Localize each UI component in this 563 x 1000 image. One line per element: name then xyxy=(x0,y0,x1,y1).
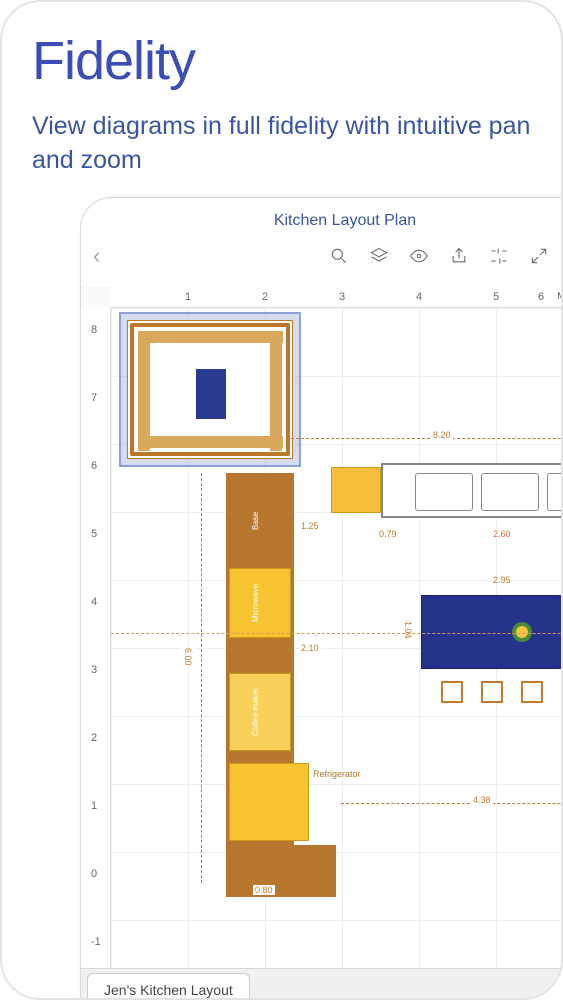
dimension: 2.10 xyxy=(299,643,321,653)
dimension: 1.25 xyxy=(299,521,321,531)
kitchen-island xyxy=(421,595,563,669)
search-icon[interactable] xyxy=(321,241,357,271)
device-frame: Kitchen Layout Plan ‹ 1 2 3 4 5 6 Metres xyxy=(80,197,563,1000)
share-icon[interactable] xyxy=(441,241,477,271)
dimension: 8.20 xyxy=(431,430,453,440)
appliance-label: Microwave xyxy=(251,573,260,633)
dimension: 2.95 xyxy=(491,575,513,585)
sheet-tab[interactable]: Jen's Kitchen Layout xyxy=(87,973,250,1000)
back-button[interactable]: ‹ xyxy=(93,243,123,269)
coffee-maker xyxy=(229,673,291,751)
stool xyxy=(521,681,543,703)
appliance-label: Refrigerator xyxy=(313,769,361,779)
counter-foot xyxy=(226,845,336,897)
marketing-hero: Fidelity View diagrams in full fidelity … xyxy=(2,2,561,194)
toolbar: ‹ xyxy=(81,236,563,276)
fit-width-icon[interactable] xyxy=(481,241,517,271)
appliance-label: Base xyxy=(251,501,260,541)
dimension: 0.79 xyxy=(377,529,399,539)
vertical-ruler: 8 7 6 5 4 3 2 1 0 -1 xyxy=(81,308,111,968)
dimension: 6.00 xyxy=(181,648,195,666)
diagram-canvas[interactable]: 1 2 3 4 5 6 Metres 8 7 6 5 4 3 2 1 0 -1 xyxy=(81,286,563,968)
sink-counter xyxy=(381,463,563,518)
dimension: 1.04 xyxy=(401,621,415,639)
microwave xyxy=(229,568,291,638)
island-decoration xyxy=(512,622,532,642)
ruler-unit: Metres xyxy=(557,291,563,302)
dimension: 2.60 xyxy=(491,529,513,539)
stool xyxy=(481,681,503,703)
appliance-label: Coffee maker xyxy=(251,678,260,746)
document-title: Kitchen Layout Plan xyxy=(81,198,563,236)
refrigerator xyxy=(229,763,309,841)
top-end-unit xyxy=(331,467,381,513)
expand-icon[interactable] xyxy=(521,241,557,271)
dimension: 4.38 xyxy=(471,795,493,805)
horizontal-ruler: 1 2 3 4 5 6 Metres xyxy=(111,286,563,308)
enlarged-plan: 8.20 0.79 2.60 Base 1.25 xyxy=(141,473,563,968)
subheadline: View diagrams in full fidelity with intu… xyxy=(32,110,531,178)
sheet-tabs: Jen's Kitchen Layout xyxy=(81,968,563,1000)
plan-overview-selection[interactable] xyxy=(119,312,301,467)
visibility-icon[interactable] xyxy=(401,241,437,271)
layers-icon[interactable] xyxy=(361,241,397,271)
stool xyxy=(441,681,463,703)
app-store-screenshot: Fidelity View diagrams in full fidelity … xyxy=(0,0,563,1000)
dimension: 0.80 xyxy=(253,885,275,895)
headline: Fidelity xyxy=(32,30,531,92)
floor-plan[interactable]: 8.20 0.79 2.60 Base 1.25 xyxy=(111,308,563,968)
